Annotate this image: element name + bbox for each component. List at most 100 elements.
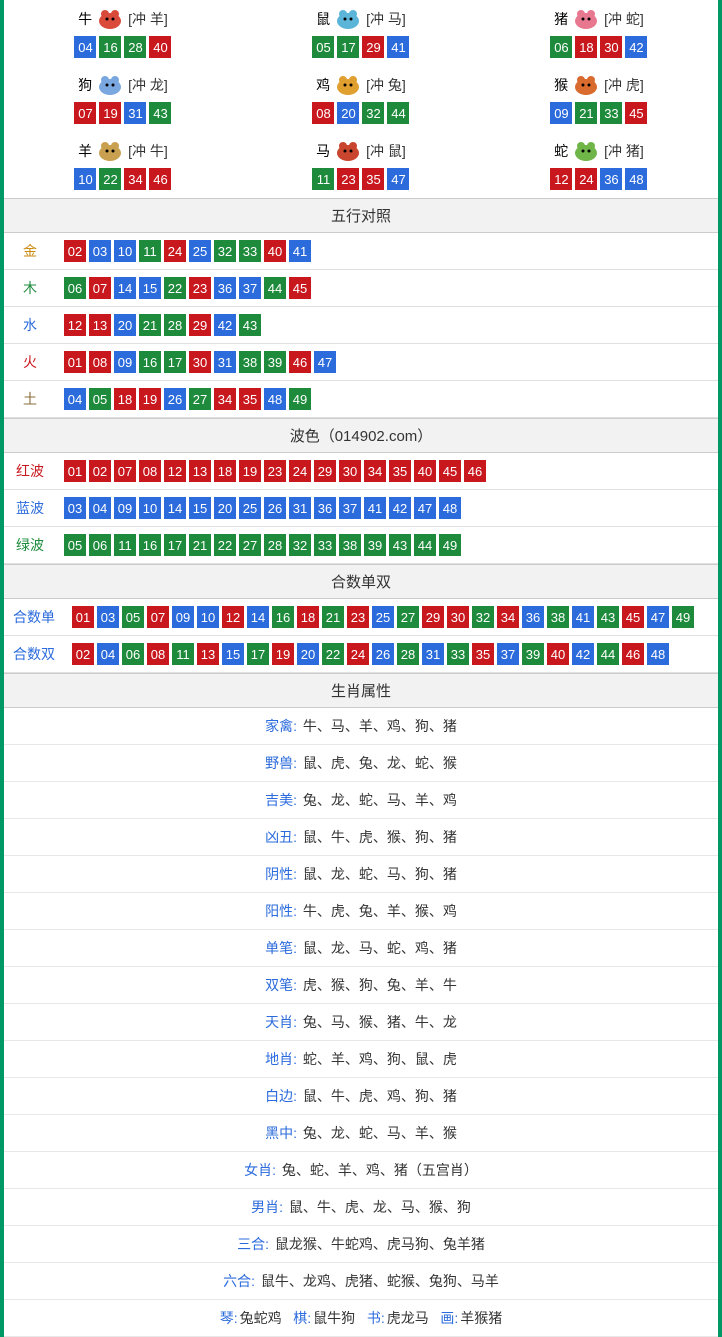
number-chip: 18 [297, 606, 319, 628]
attr-row: 阳性: 牛、虎、兔、羊、猴、鸡 [4, 893, 718, 930]
attr-value: 兔、龙、蛇、马、羊、鸡 [303, 792, 457, 808]
attr-value: 鼠、虎、兔、龙、蛇、猴 [303, 755, 457, 771]
table-row: 火0108091617303138394647 [4, 344, 718, 381]
attr-value: 蛇、羊、鸡、狗、鼠、虎 [303, 1051, 457, 1067]
heshu-header: 合数单双 [4, 564, 718, 599]
rooster-icon [332, 72, 364, 98]
attr-row: 男肖: 鼠、牛、虎、龙、马、猴、狗 [4, 1189, 718, 1226]
number-chip: 40 [547, 643, 569, 665]
attr-label: 天肖: [265, 1014, 297, 1030]
number-chip: 49 [672, 606, 694, 628]
number-chip: 17 [247, 643, 269, 665]
zodiac-clash: [冲 龙] [128, 75, 168, 95]
attr-value: 兔、龙、蛇、马、羊、猴 [303, 1125, 457, 1141]
row-label: 蓝波 [4, 490, 56, 527]
number-chip: 25 [239, 497, 261, 519]
number-chip: 40 [149, 36, 171, 58]
number-chip: 20 [214, 497, 236, 519]
number-chip: 07 [74, 102, 96, 124]
number-chip: 41 [572, 606, 594, 628]
table-row: 蓝波03040910141520252631363741424748 [4, 490, 718, 527]
attr-value: 鼠、牛、虎、龙、马、猴、狗 [289, 1199, 471, 1215]
number-chip: 21 [139, 314, 161, 336]
table-row: 合数单0103050709101214161821232527293032343… [4, 599, 718, 636]
attr-label: 阳性: [265, 903, 297, 919]
zodiac-cell: 猪[冲 蛇]06183042 [480, 0, 718, 66]
number-chip: 35 [239, 388, 261, 410]
attr-label: 阴性: [265, 866, 297, 882]
table-row: 土04051819262734354849 [4, 381, 718, 418]
number-chip: 45 [625, 102, 647, 124]
number-chip: 29 [314, 460, 336, 482]
attr-row: 地肖: 蛇、羊、鸡、狗、鼠、虎 [4, 1041, 718, 1078]
shuxing-header: 生肖属性 [4, 673, 718, 708]
attr-row: 六合: 鼠牛、龙鸡、虎猪、蛇猴、兔狗、马羊 [4, 1263, 718, 1300]
row-label: 土 [4, 381, 56, 418]
number-chip: 11 [312, 168, 334, 190]
number-chip: 18 [114, 388, 136, 410]
number-chip: 35 [362, 168, 384, 190]
attr-label: 单笔: [265, 940, 297, 956]
number-chip: 07 [147, 606, 169, 628]
number-chip: 32 [289, 534, 311, 556]
number-chip: 40 [414, 460, 436, 482]
number-chip: 16 [139, 534, 161, 556]
number-chip: 19 [272, 643, 294, 665]
zodiac-numbers: 06183042 [480, 36, 718, 58]
number-chip: 40 [264, 240, 286, 262]
horse-icon [332, 138, 364, 164]
number-chip: 08 [147, 643, 169, 665]
number-chip: 31 [422, 643, 444, 665]
number-chip: 28 [397, 643, 419, 665]
number-chip: 14 [164, 497, 186, 519]
number-chip: 49 [289, 388, 311, 410]
attr-value: 鼠龙猴、牛蛇鸡、虎马狗、兔羊猪 [275, 1236, 485, 1252]
attr-label: 双笔: [265, 977, 297, 993]
attr-value: 兔、马、猴、猪、牛、龙 [303, 1014, 457, 1030]
number-chip: 31 [214, 351, 236, 373]
zodiac-clash: [冲 蛇] [604, 9, 644, 29]
attr-value: 牛、虎、兔、羊、猴、鸡 [303, 903, 457, 919]
number-chip: 34 [124, 168, 146, 190]
number-chip: 11 [114, 534, 136, 556]
attr-label: 琴: [220, 1310, 238, 1326]
number-chip: 48 [264, 388, 286, 410]
number-chip: 11 [172, 643, 194, 665]
zodiac-numbers: 10223446 [4, 168, 242, 190]
zodiac-cell: 羊[冲 牛]10223446 [4, 132, 242, 198]
number-chip: 44 [387, 102, 409, 124]
number-chip: 35 [472, 643, 494, 665]
attr-row: 单笔: 鼠、龙、马、蛇、鸡、猪 [4, 930, 718, 967]
number-chip: 08 [139, 460, 161, 482]
number-chip: 47 [314, 351, 336, 373]
number-chip: 20 [337, 102, 359, 124]
number-chip: 29 [189, 314, 211, 336]
number-chip: 31 [289, 497, 311, 519]
number-chip: 09 [172, 606, 194, 628]
number-chip: 14 [114, 277, 136, 299]
number-chip: 15 [139, 277, 161, 299]
number-chip: 17 [164, 534, 186, 556]
zodiac-name: 猴 [554, 75, 568, 95]
number-chip: 23 [337, 168, 359, 190]
attr-label: 画: [440, 1310, 458, 1326]
attr-label: 男肖: [251, 1199, 283, 1215]
attr-label: 女肖: [244, 1162, 276, 1178]
zodiac-clash: [冲 虎] [604, 75, 644, 95]
number-chip: 04 [97, 643, 119, 665]
number-chip: 25 [189, 240, 211, 262]
number-chip: 24 [289, 460, 311, 482]
number-chip: 08 [89, 351, 111, 373]
attr-label: 家禽: [265, 718, 297, 734]
number-chip: 22 [99, 168, 121, 190]
number-chip: 24 [347, 643, 369, 665]
number-chip: 12 [64, 314, 86, 336]
attrs-list: 家禽: 牛、马、羊、鸡、狗、猪野兽: 鼠、虎、兔、龙、蛇、猴吉美: 兔、龙、蛇、… [4, 708, 718, 1337]
number-chip: 27 [397, 606, 419, 628]
goat-icon [94, 138, 126, 164]
snake-icon [570, 138, 602, 164]
attr-value: 鼠、牛、虎、鸡、狗、猪 [303, 1088, 457, 1104]
number-chip: 49 [439, 534, 461, 556]
zodiac-cell: 鸡[冲 兔]08203244 [242, 66, 480, 132]
zodiac-cell: 猴[冲 虎]09213345 [480, 66, 718, 132]
